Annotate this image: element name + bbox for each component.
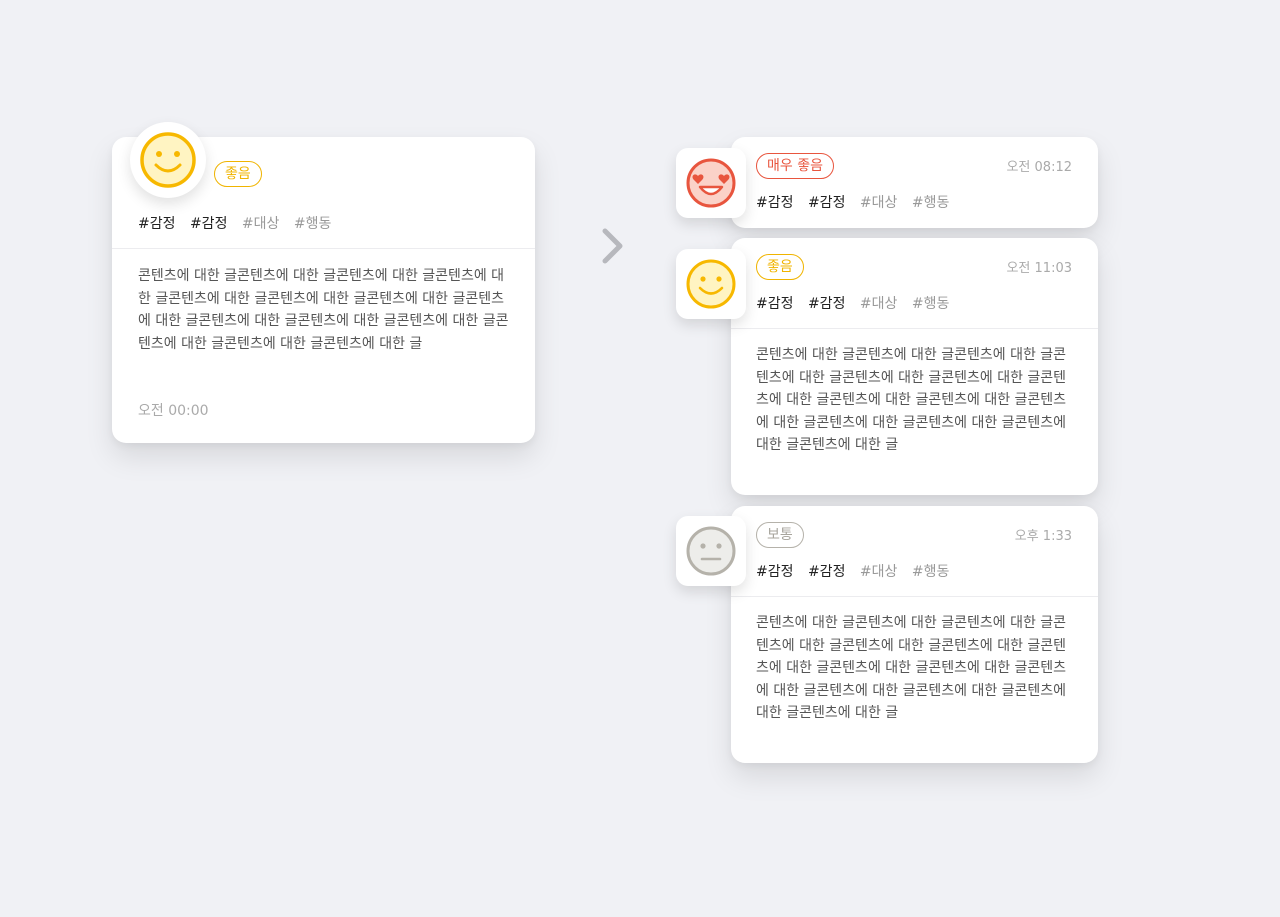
tag-target[interactable]: #대상 bbox=[242, 216, 280, 232]
tag-emotion[interactable]: #감정 bbox=[808, 296, 846, 312]
divider bbox=[731, 596, 1098, 597]
tag-target[interactable]: #대상 bbox=[860, 296, 898, 312]
divider bbox=[731, 328, 1098, 329]
emotion-badge-good: 좋음 bbox=[756, 254, 804, 280]
tag-action[interactable]: #행동 bbox=[912, 296, 950, 312]
emotion-avatar bbox=[676, 249, 746, 319]
smile-face-icon bbox=[686, 259, 736, 309]
tag-list: #감정 #감정 #대상 #행동 bbox=[756, 293, 959, 313]
entry-time: 오전 08:12 bbox=[1006, 160, 1072, 175]
emotion-badge-very-good: 매우 좋음 bbox=[756, 153, 834, 179]
emotion-avatar bbox=[130, 122, 206, 198]
chevron-right-icon bbox=[600, 226, 626, 270]
divider bbox=[112, 248, 535, 249]
neutral-face-icon bbox=[686, 526, 736, 576]
tag-list: #감정 #감정 #대상 #행동 bbox=[756, 561, 959, 581]
entry-time: 오전 00:00 bbox=[138, 403, 209, 419]
tag-emotion[interactable]: #감정 bbox=[756, 195, 794, 211]
tag-emotion[interactable]: #감정 bbox=[756, 296, 794, 312]
emotion-card-good[interactable]: 좋음 오전 11:03 #감정 #감정 #대상 #행동 콘텐츠에 대한 글콘텐츠… bbox=[731, 238, 1098, 495]
tag-emotion[interactable]: #감정 bbox=[808, 195, 846, 211]
entry-content: 콘텐츠에 대한 글콘텐츠에 대한 글콘텐츠에 대한 글콘텐츠에 대한 글콘텐츠에… bbox=[756, 347, 1067, 454]
entry-time: 오후 1:33 bbox=[1014, 529, 1072, 544]
emotion-avatar bbox=[676, 516, 746, 586]
emotion-avatar bbox=[676, 148, 746, 218]
emotion-badge-good: 좋음 bbox=[214, 161, 262, 187]
emotion-card-neutral[interactable]: 보통 오후 1:33 #감정 #감정 #대상 #행동 콘텐츠에 대한 글콘텐츠에… bbox=[731, 506, 1098, 763]
tag-target[interactable]: #대상 bbox=[860, 564, 898, 580]
tag-list: #감정 #감정 #대상 #행동 bbox=[138, 213, 341, 233]
tag-target[interactable]: #대상 bbox=[860, 195, 898, 211]
entry-content: 콘텐츠에 대한 글콘텐츠에 대한 글콘텐츠에 대한 글콘텐츠에 대한 글콘텐츠에… bbox=[138, 268, 509, 352]
tag-emotion[interactable]: #감정 bbox=[138, 216, 176, 232]
tag-emotion[interactable]: #감정 bbox=[808, 564, 846, 580]
smile-face-icon bbox=[140, 132, 196, 188]
heart-eyes-face-icon bbox=[686, 158, 736, 208]
tag-action[interactable]: #행동 bbox=[294, 216, 332, 232]
emotion-card-very-good[interactable]: 매우 좋음 오전 08:12 #감정 #감정 #대상 #행동 bbox=[731, 137, 1098, 228]
tag-action[interactable]: #행동 bbox=[912, 564, 950, 580]
tag-emotion[interactable]: #감정 bbox=[756, 564, 794, 580]
emotion-badge-neutral: 보통 bbox=[756, 522, 804, 548]
tag-action[interactable]: #행동 bbox=[912, 195, 950, 211]
entry-time: 오전 11:03 bbox=[1006, 261, 1072, 276]
tag-emotion[interactable]: #감정 bbox=[190, 216, 228, 232]
entry-content: 콘텐츠에 대한 글콘텐츠에 대한 글콘텐츠에 대한 글콘텐츠에 대한 글콘텐츠에… bbox=[756, 615, 1067, 722]
tag-list: #감정 #감정 #대상 #행동 bbox=[756, 192, 959, 212]
